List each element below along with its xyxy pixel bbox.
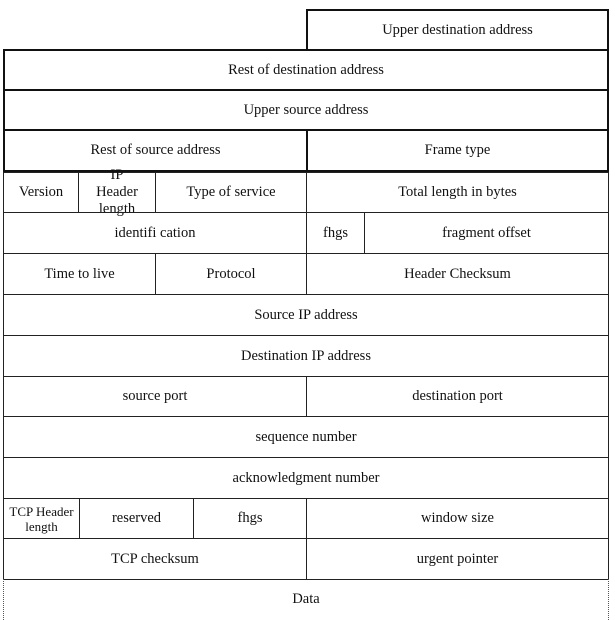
type-of-service-field: Type of service — [155, 172, 307, 213]
field-label: Upper source address — [243, 101, 369, 118]
field-label: window size — [421, 510, 494, 526]
field-label: Rest of destination address — [228, 61, 384, 78]
time-to-live-field: Time to live — [3, 253, 156, 295]
field-label: IP Header length — [96, 167, 138, 217]
tcp-flags-field: fhgs — [193, 498, 307, 539]
tcp-header-length-field: TCP Header length — [3, 498, 80, 539]
field-label: fhgs — [237, 510, 263, 526]
rest-of-destination-address-field: Rest of destination address — [3, 49, 609, 91]
ip-flags-field: fhgs — [306, 212, 365, 254]
protocol-field: Protocol — [155, 253, 307, 295]
field-label: TCP checksum — [111, 550, 199, 567]
destination-port-field: destination port — [306, 376, 609, 417]
field-label: Type of service — [186, 184, 276, 200]
sequence-number-field: sequence number — [3, 416, 609, 458]
field-label: Upper destination address — [382, 21, 533, 38]
destination-ip-address-field: Destination IP address — [3, 335, 609, 377]
field-label: Time to live — [44, 265, 115, 282]
field-label: Source IP address — [254, 306, 358, 323]
field-label: source port — [122, 388, 188, 404]
field-label: Protocol — [206, 265, 256, 282]
urgent-pointer-field: urgent pointer — [306, 538, 609, 580]
field-label: urgent pointer — [416, 550, 499, 567]
field-label: acknowledgment number — [232, 469, 380, 486]
source-ip-address-field: Source IP address — [3, 294, 609, 336]
field-label: reserved — [111, 510, 162, 526]
field-label: sequence number — [255, 428, 357, 445]
ip-header-length-field: IP Header length — [78, 167, 156, 217]
field-label: Header Checksum — [404, 265, 511, 282]
data-payload-field: Data — [3, 579, 609, 620]
rest-of-source-address-field: Rest of source address — [3, 129, 308, 172]
field-label: Destination IP address — [241, 347, 371, 364]
reserved-field: reserved — [79, 498, 194, 539]
field-label: TCP Header length — [9, 503, 74, 534]
frame-type-field: Frame type — [306, 129, 609, 172]
source-port-field: source port — [3, 376, 307, 417]
fragment-offset-field: fragment offset — [364, 212, 609, 254]
version-field: Version — [3, 172, 79, 213]
field-label: destination port — [412, 388, 503, 404]
header-checksum-field: Header Checksum — [306, 253, 609, 295]
identification-field: identifi cation — [3, 212, 307, 254]
total-length-field: Total length in bytes — [306, 172, 609, 213]
field-label: Version — [18, 184, 64, 200]
field-label: Rest of source address — [90, 142, 221, 158]
field-label: Frame type — [424, 142, 491, 158]
field-label: identifi cation — [114, 224, 196, 241]
window-size-field: window size — [306, 498, 609, 539]
field-label: fragment offset — [442, 224, 531, 241]
tcp-checksum-field: TCP checksum — [3, 538, 307, 580]
field-label: Total length in bytes — [398, 184, 517, 200]
upper-destination-address-field: Upper destination address — [306, 9, 609, 51]
upper-source-address-field: Upper source address — [3, 89, 609, 131]
field-label: fhgs — [323, 224, 348, 241]
acknowledgment-number-field: acknowledgment number — [3, 457, 609, 499]
field-label: Data — [292, 591, 320, 607]
